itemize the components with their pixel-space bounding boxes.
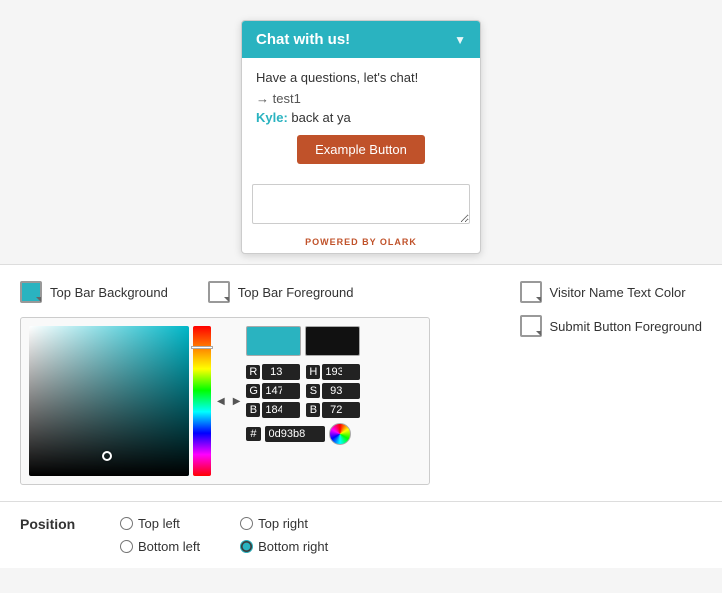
chevron-down-icon: ▼ xyxy=(454,33,466,47)
swatch-arrow-visitor xyxy=(536,297,541,302)
hash-label: # xyxy=(246,427,260,441)
submit-btn-swatch[interactable]: Submit Button Foreground xyxy=(520,315,702,337)
bottom-left-option[interactable]: Bottom left xyxy=(120,539,200,554)
swatch-arrow-fg xyxy=(224,297,229,302)
hex-input[interactable] xyxy=(265,426,325,442)
submit-btn-color-box[interactable] xyxy=(520,315,542,337)
chat-arrow-line: → test1 xyxy=(256,91,466,106)
hue-cursor xyxy=(191,346,213,349)
right-swatches: Visitor Name Text Color Submit Button Fo… xyxy=(520,281,702,337)
r-label: R xyxy=(246,365,260,379)
bottom-left-label: Bottom left xyxy=(138,539,200,554)
chat-preview-area: Chat with us! ▼ Have a questions, let's … xyxy=(0,0,722,264)
visitor-name-swatch[interactable]: Visitor Name Text Color xyxy=(520,281,702,303)
chat-body: Have a questions, let's chat! → test1 Ky… xyxy=(242,58,480,184)
top-left-label: Top left xyxy=(138,516,180,531)
top-bar-fg-label: Top Bar Foreground xyxy=(238,285,354,300)
top-bar-background-swatch[interactable]: Top Bar Background xyxy=(20,281,168,303)
top-right-radio[interactable] xyxy=(240,517,253,530)
swatch-arrow xyxy=(36,297,41,302)
previous-color-preview xyxy=(305,326,360,356)
bottom-right-label: Bottom right xyxy=(258,539,328,554)
top-right-option[interactable]: Top right xyxy=(240,516,328,531)
chat-powered: POWERED BY OLARK xyxy=(242,237,480,253)
b-input-row: B xyxy=(246,402,300,418)
chat-input-area xyxy=(252,184,470,229)
s-label: S xyxy=(306,384,320,398)
color-previews xyxy=(246,326,360,356)
visitor-name-label: Visitor Name Text Color xyxy=(550,285,686,300)
hue-strip[interactable] xyxy=(193,326,211,476)
s-input-row: S xyxy=(306,383,360,399)
color-gradient[interactable] xyxy=(29,326,189,476)
h-input-row: H xyxy=(306,364,360,380)
b2-input[interactable] xyxy=(322,402,360,418)
b2-input-row: B xyxy=(306,402,360,418)
position-section: Position Top left Top right Bottom left … xyxy=(0,502,722,568)
chat-kyle-line: Kyle: back at ya xyxy=(256,110,466,125)
chat-title: Chat with us! xyxy=(256,31,350,48)
hex-row: # xyxy=(246,423,360,445)
gradient-bg xyxy=(29,326,189,476)
s-input[interactable] xyxy=(322,383,360,399)
chat-textarea[interactable] xyxy=(252,184,470,224)
top-bar-fg-color-box[interactable] xyxy=(208,281,230,303)
h-label: H xyxy=(306,365,320,379)
b-label: B xyxy=(246,403,260,417)
color-wheel-button[interactable] xyxy=(329,423,351,445)
picker-arrow-right[interactable]: ▶ xyxy=(231,326,243,476)
picker-arrow-left[interactable]: ◀ xyxy=(215,326,227,476)
current-color-preview xyxy=(246,326,301,356)
bottom-left-radio[interactable] xyxy=(120,540,133,553)
chat-header: Chat with us! ▼ xyxy=(242,21,480,58)
g-input-row: G xyxy=(246,383,300,399)
r-input[interactable] xyxy=(262,364,300,380)
submit-btn-label: Submit Button Foreground xyxy=(550,319,702,334)
r-input-row: R xyxy=(246,364,300,380)
g-label: G xyxy=(246,384,260,398)
chat-kyle-name: Kyle: xyxy=(256,110,288,125)
h-input[interactable] xyxy=(322,364,360,380)
top-left-radio[interactable] xyxy=(120,517,133,530)
top-bar-bg-color-box[interactable] xyxy=(20,281,42,303)
b2-label: B xyxy=(306,403,320,417)
chat-widget: Chat with us! ▼ Have a questions, let's … xyxy=(241,20,481,254)
top-bar-foreground-swatch[interactable]: Top Bar Foreground xyxy=(208,281,354,303)
chat-kyle-message: back at ya xyxy=(291,110,350,125)
bottom-right-option[interactable]: Bottom right xyxy=(240,539,328,554)
top-right-label: Top right xyxy=(258,516,308,531)
position-title: Position xyxy=(20,516,120,532)
chat-message: Have a questions, let's chat! xyxy=(256,70,466,85)
color-inputs-area: R H G S xyxy=(246,326,360,476)
swatch-arrow-submit xyxy=(536,331,541,336)
g-input[interactable] xyxy=(262,383,300,399)
top-bar-bg-label: Top Bar Background xyxy=(50,285,168,300)
bottom-right-radio[interactable] xyxy=(240,540,253,553)
rgb-hsb-inputs: R H G S xyxy=(246,364,360,418)
swatch-row-top: Top Bar Background Top Bar Foreground xyxy=(20,281,460,303)
color-picker-panel: ◀ ▶ R H xyxy=(20,317,430,485)
top-left-option[interactable]: Top left xyxy=(120,516,200,531)
visitor-name-color-box[interactable] xyxy=(520,281,542,303)
example-button[interactable]: Example Button xyxy=(297,135,425,164)
b-input[interactable] xyxy=(262,402,300,418)
color-section: Top Bar Background Top Bar Foreground xyxy=(0,265,722,501)
